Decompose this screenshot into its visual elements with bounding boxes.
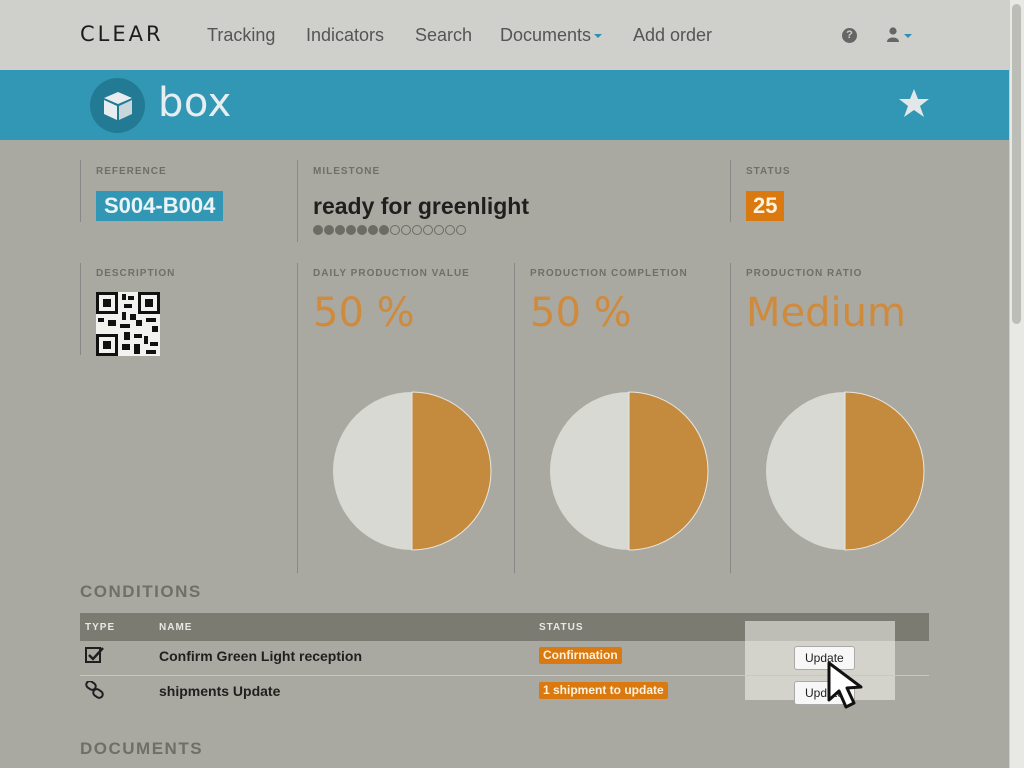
question-circle-icon[interactable]: ? bbox=[842, 28, 857, 43]
milestone-step bbox=[379, 225, 389, 235]
divider bbox=[80, 160, 81, 222]
page-title: box bbox=[158, 80, 232, 126]
milestone-step bbox=[445, 225, 455, 235]
divider bbox=[297, 263, 298, 573]
milestone-step bbox=[368, 225, 378, 235]
pie-slice bbox=[844, 391, 925, 551]
production-ratio-pie bbox=[766, 391, 925, 551]
link-icon bbox=[85, 681, 104, 699]
milestone-step bbox=[335, 225, 345, 235]
nav-documents-dropdown[interactable]: Documents bbox=[500, 25, 603, 46]
documents-title: DOCUMENTS bbox=[80, 739, 204, 758]
check-square-icon bbox=[85, 647, 104, 663]
column-header-status: STATUS bbox=[539, 622, 584, 633]
qr-code-icon bbox=[96, 292, 160, 356]
divider bbox=[730, 263, 731, 573]
milestone-step bbox=[456, 225, 466, 235]
milestone-step bbox=[313, 225, 323, 235]
production-ratio-label: PRODUCTION RATIO bbox=[746, 268, 863, 279]
production-completion-pie bbox=[550, 391, 709, 551]
pie-slice bbox=[411, 391, 492, 551]
daily-production-label: DAILY PRODUCTION VALUE bbox=[313, 268, 470, 279]
chevron-down-icon bbox=[594, 34, 603, 39]
user-icon bbox=[887, 27, 912, 42]
box-icon bbox=[90, 78, 145, 133]
row-divider bbox=[80, 675, 929, 676]
production-ratio-value: Medium bbox=[746, 290, 906, 336]
description-label: DESCRIPTION bbox=[96, 268, 176, 279]
user-menu-dropdown[interactable] bbox=[886, 26, 916, 46]
production-completion-label: PRODUCTION COMPLETION bbox=[530, 268, 688, 279]
status-badge: 25 bbox=[746, 191, 785, 221]
milestone-step bbox=[357, 225, 367, 235]
status-label: STATUS bbox=[746, 166, 791, 177]
reference-badge: S004-B004 bbox=[96, 191, 224, 221]
scrollbar-thumb[interactable] bbox=[1012, 4, 1021, 324]
divider bbox=[514, 263, 515, 573]
divider bbox=[80, 263, 81, 355]
column-header-type: TYPE bbox=[85, 622, 116, 633]
milestone-step bbox=[412, 225, 422, 235]
nav-search[interactable]: Search bbox=[415, 25, 472, 46]
milestone-step bbox=[324, 225, 334, 235]
brand-logo[interactable]: CLEAR bbox=[80, 22, 164, 46]
pie-slice bbox=[628, 391, 709, 551]
milestone-step bbox=[401, 225, 411, 235]
star-icon[interactable] bbox=[898, 87, 930, 119]
milestone-label: MILESTONE bbox=[313, 166, 381, 177]
divider bbox=[297, 160, 298, 242]
reference-label: REFERENCE bbox=[96, 166, 167, 177]
column-header-name: NAME bbox=[159, 622, 193, 633]
milestone-step bbox=[346, 225, 356, 235]
divider bbox=[730, 160, 731, 222]
production-completion-value: 50 % bbox=[530, 290, 632, 336]
nav-add-order[interactable]: Add order bbox=[633, 25, 712, 46]
daily-production-pie bbox=[333, 391, 492, 551]
milestone-value: ready for greenlight bbox=[313, 193, 529, 219]
milestone-progress bbox=[313, 225, 466, 235]
condition-status-badge: Confirmation bbox=[539, 647, 622, 664]
milestone-step bbox=[390, 225, 400, 235]
condition-status-badge: 1 shipment to update bbox=[539, 682, 668, 699]
nav-documents-label: Documents bbox=[500, 25, 592, 45]
nav-indicators[interactable]: Indicators bbox=[306, 25, 384, 46]
milestone-step bbox=[434, 225, 444, 235]
condition-name: shipments Update bbox=[159, 683, 281, 699]
daily-production-value: 50 % bbox=[313, 290, 415, 336]
nav-tracking[interactable]: Tracking bbox=[207, 25, 275, 46]
conditions-title: CONDITIONS bbox=[80, 582, 202, 601]
page-banner bbox=[0, 70, 1009, 140]
mouse-cursor-icon bbox=[827, 661, 863, 709]
condition-name: Confirm Green Light reception bbox=[159, 648, 363, 664]
milestone-step bbox=[423, 225, 433, 235]
